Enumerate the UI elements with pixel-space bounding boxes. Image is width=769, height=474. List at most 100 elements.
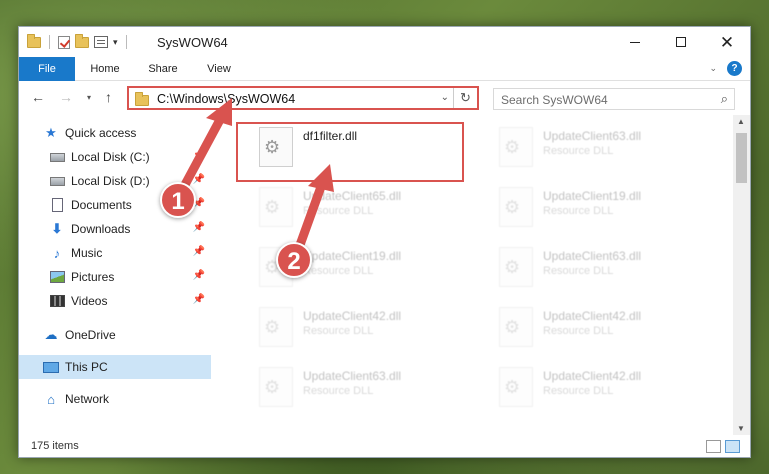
pin-icon[interactable]: 📌 xyxy=(193,246,205,257)
file-item[interactable]: ⚙ UpdateClient19.dll Resource DLL xyxy=(499,187,719,237)
sidebar-item-label: OneDrive xyxy=(65,328,116,342)
file-item[interactable]: ⚙ UpdateClient63.dll Resource DLL xyxy=(259,367,479,417)
up-arrow-icon[interactable]: ↑ xyxy=(105,89,112,105)
gear-icon: ⚙ xyxy=(504,257,521,277)
address-bar[interactable]: C:\Windows\SysWOW64 ⌄ ↻ xyxy=(127,86,479,110)
sidebar-item-pictures[interactable]: Pictures 📌 xyxy=(19,265,211,289)
toolbar-divider xyxy=(125,35,127,49)
tab-file[interactable]: File xyxy=(19,57,75,81)
scroll-down-icon[interactable]: ▼ xyxy=(737,424,745,433)
scroll-up-icon[interactable]: ▲ xyxy=(737,117,745,126)
back-arrow-icon[interactable]: ← xyxy=(31,89,45,105)
file-type: Resource DLL xyxy=(303,205,374,217)
gear-icon: ⚙ xyxy=(504,377,521,397)
sidebar-item-local-disk-c[interactable]: Local Disk (C:) 📌 xyxy=(19,145,211,169)
sidebar-item-label: Music xyxy=(71,246,103,260)
videos-icon xyxy=(49,293,65,309)
pin-icon[interactable]: 📌 xyxy=(193,270,205,281)
sidebar-item-label: Network xyxy=(65,392,110,406)
navigation-pane: ★ Quick access Local Disk (C:) 📌 Local D… xyxy=(19,117,211,435)
window-title: SysWOW64 xyxy=(157,35,228,50)
sidebar-item-this-pc[interactable]: This PC xyxy=(19,355,211,379)
navigation-bar: ← → ▾ ↑ C:\Windows\SysWOW64 ⌄ ↻ Search S… xyxy=(19,83,750,113)
view-toggle xyxy=(706,440,740,453)
dll-file-icon: ⚙ xyxy=(499,367,533,407)
sidebar-item-label: Local Disk (C:) xyxy=(71,150,150,164)
dll-file-icon: ⚙ xyxy=(499,247,533,287)
file-highlight-box xyxy=(236,122,464,182)
sidebar-item-videos[interactable]: Videos 📌 xyxy=(19,289,211,313)
toolbar-divider xyxy=(49,35,50,49)
folder-icon[interactable] xyxy=(27,33,41,48)
file-name: UpdateClient42.dll xyxy=(543,369,642,383)
recent-locations-chevron-icon[interactable]: ▾ xyxy=(87,93,91,102)
tab-home[interactable]: Home xyxy=(81,57,129,81)
large-icons-view-icon[interactable] xyxy=(725,440,740,453)
close-button[interactable]: ✕ xyxy=(704,27,750,57)
file-item[interactable]: ⚙ UpdateClient63.dll Resource DLL xyxy=(499,247,719,297)
sidebar-item-onedrive[interactable]: ☁ OneDrive xyxy=(19,323,211,347)
file-name: UpdateClient65.dll xyxy=(303,189,402,203)
file-item[interactable]: ⚙ UpdateClient42.dll Resource DLL xyxy=(499,367,719,417)
minimize-button[interactable] xyxy=(612,27,658,57)
music-icon: ♪ xyxy=(53,245,61,261)
status-bar: 175 items xyxy=(19,435,750,457)
dll-file-icon: ⚙ xyxy=(259,367,293,407)
maximize-button[interactable] xyxy=(658,27,704,57)
address-path[interactable]: C:\Windows\SysWOW64 xyxy=(157,92,295,106)
file-name: UpdateClient63.dll xyxy=(543,249,642,263)
file-name: UpdateClient63.dll xyxy=(543,129,642,143)
refresh-icon[interactable]: ↻ xyxy=(453,88,477,108)
pin-icon[interactable]: 📌 xyxy=(193,222,205,233)
sidebar-item-quick-access[interactable]: ★ Quick access xyxy=(19,121,211,145)
gear-icon: ⚙ xyxy=(264,377,281,397)
help-icon[interactable]: ? xyxy=(727,61,742,76)
documents-icon xyxy=(49,197,65,213)
file-item[interactable]: ⚙ UpdateClient65.dll Resource DLL xyxy=(259,187,479,237)
sidebar-item-network[interactable]: ⌂ Network xyxy=(19,387,211,411)
properties-check-icon[interactable] xyxy=(58,35,70,49)
details-view-icon[interactable] xyxy=(706,440,721,453)
step-1-badge: 1 xyxy=(160,182,196,218)
gear-icon: ⚙ xyxy=(264,197,281,217)
sidebar-item-label: Videos xyxy=(71,294,108,308)
file-name: UpdateClient19.dll xyxy=(303,249,402,263)
sidebar-item-music[interactable]: ♪ Music 📌 xyxy=(19,241,211,265)
file-item[interactable]: ⚙ UpdateClient42.dll Resource DLL xyxy=(259,307,479,357)
sidebar-item-downloads[interactable]: ⬇ Downloads 📌 xyxy=(19,217,211,241)
forward-arrow-icon[interactable]: → xyxy=(59,89,73,105)
close-icon: ✕ xyxy=(719,32,735,52)
customize-toolbar-chevron-icon[interactable]: ▾ xyxy=(113,37,118,48)
vertical-scrollbar[interactable]: ▲ ▼ xyxy=(733,115,750,435)
gear-icon: ⚙ xyxy=(264,317,281,337)
file-type: Resource DLL xyxy=(543,205,614,217)
new-folder-icon[interactable] xyxy=(75,33,89,48)
dll-file-icon: ⚙ xyxy=(499,187,533,227)
minimize-icon xyxy=(630,41,640,43)
pin-icon[interactable]: 📌 xyxy=(193,174,205,185)
window-controls: ✕ xyxy=(612,27,750,57)
this-pc-icon xyxy=(43,359,59,375)
onedrive-icon: ☁ xyxy=(44,327,58,342)
tab-share[interactable]: Share xyxy=(139,57,187,81)
scroll-thumb[interactable] xyxy=(736,133,747,183)
dll-file-icon: ⚙ xyxy=(259,187,293,227)
ribbon-right-controls: ⌄ ? xyxy=(709,61,742,76)
pin-icon[interactable]: 📌 xyxy=(193,150,205,161)
ribbon-tabs: File Home Share View ⌄ ? xyxy=(19,57,750,81)
star-icon: ★ xyxy=(45,125,57,140)
address-dropdown-chevron-icon[interactable]: ⌄ xyxy=(441,92,449,103)
tab-view[interactable]: View xyxy=(195,57,243,81)
file-type: Resource DLL xyxy=(543,325,614,337)
address-folder-icon xyxy=(135,92,149,106)
search-box[interactable]: Search SysWOW64 ⌕ xyxy=(493,88,735,110)
sidebar-item-label: Quick access xyxy=(65,126,137,140)
file-item[interactable]: ⚙ UpdateClient42.dll Resource DLL xyxy=(499,307,719,357)
search-icon[interactable]: ⌕ xyxy=(721,91,728,107)
expand-ribbon-chevron-icon[interactable]: ⌄ xyxy=(709,63,717,74)
step-2-badge: 2 xyxy=(276,242,312,278)
pin-icon[interactable]: 📌 xyxy=(193,294,205,305)
properties-icon[interactable] xyxy=(94,36,108,48)
file-item[interactable]: ⚙ UpdateClient63.dll Resource DLL xyxy=(499,127,719,177)
sidebar-item-label: Pictures xyxy=(71,270,115,284)
